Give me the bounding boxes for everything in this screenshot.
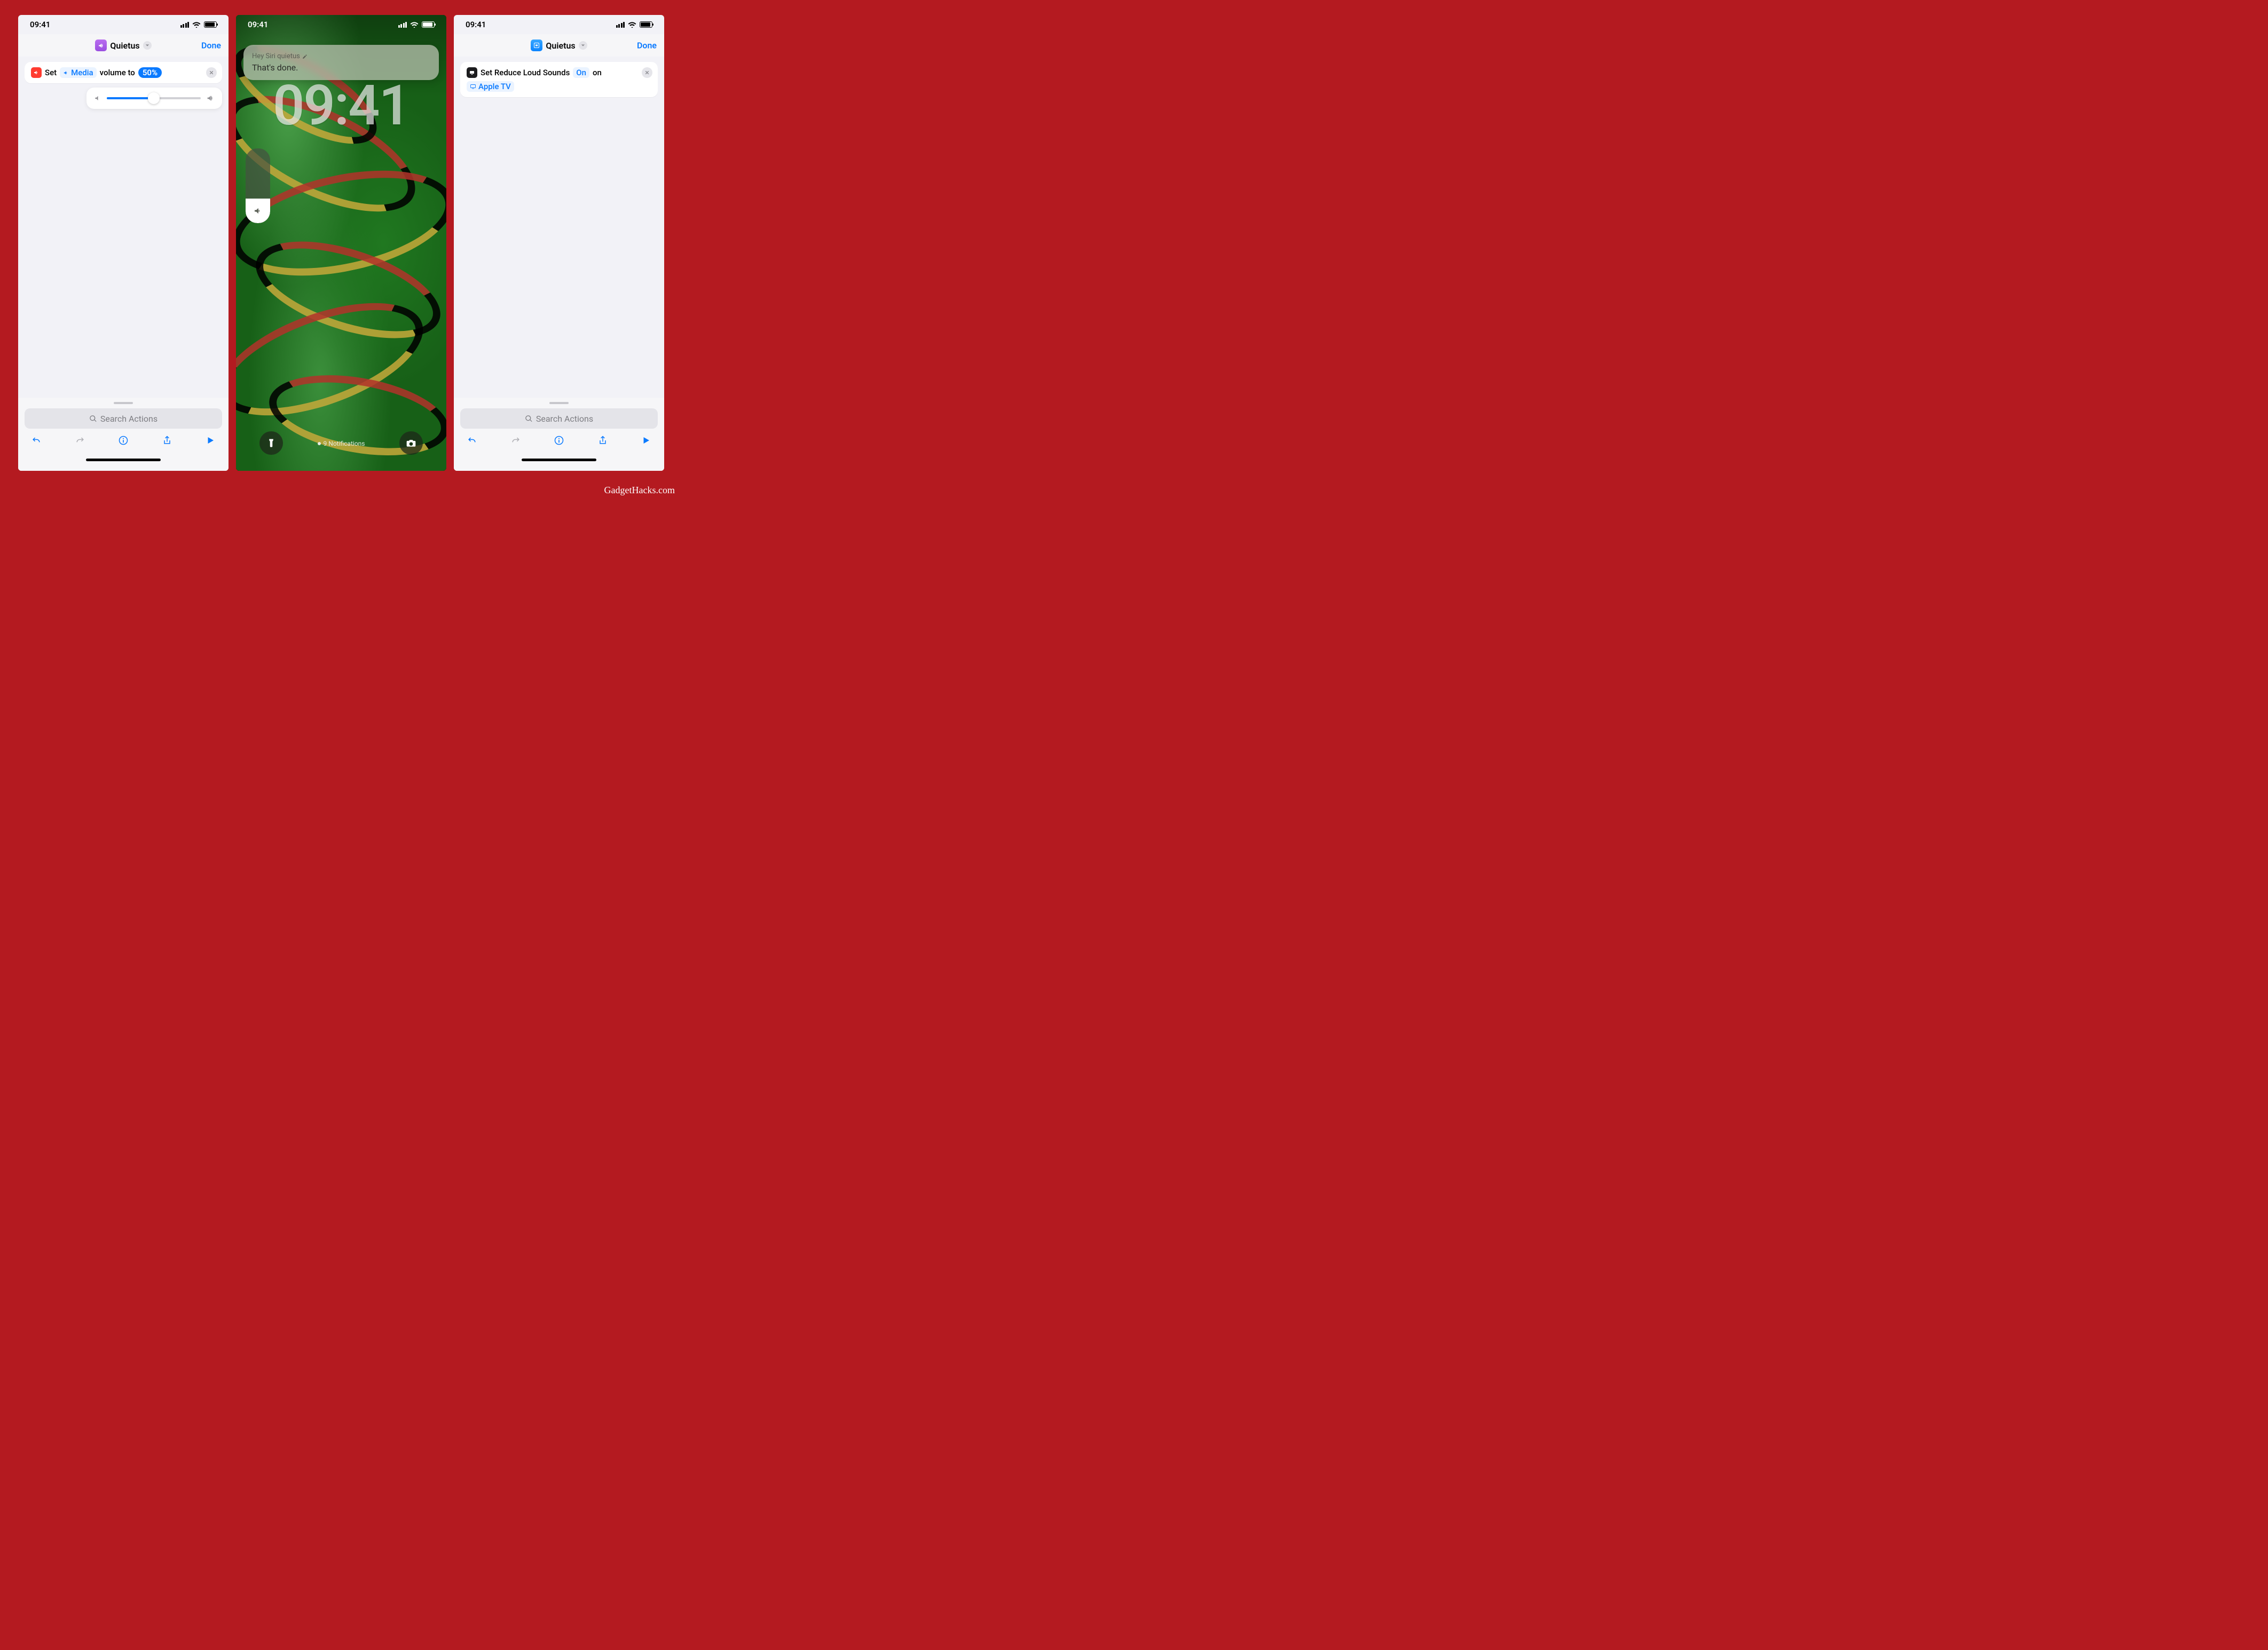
home-indicator[interactable] [86,459,161,461]
phone-lockscreen: 09:41 09:41 Hey Siri quietus That's done… [236,15,446,471]
run-button[interactable] [637,436,655,445]
phone-shortcuts-volume: 09:41 Quietus Done [18,15,229,471]
run-button[interactable] [202,436,219,445]
volume-action-icon [31,67,42,78]
remove-action-button[interactable] [206,67,217,78]
chevron-down-icon [143,41,152,50]
shortcut-title: Quietus [110,41,139,51]
bottom-panel: Search Actions [454,398,664,471]
wifi-icon [192,21,201,28]
action-set-volume[interactable]: Set Media volume to 50% [25,62,222,83]
search-icon [89,415,97,423]
cellular-icon [180,22,190,28]
action-text-set: Set [45,68,57,77]
shortcut-glyph-icon [531,40,542,51]
status-time: 09:41 [30,20,50,29]
lock-clock: 09:41 [236,74,446,138]
nav-header: Quietus Done [454,34,664,57]
volume-slider[interactable] [107,97,201,99]
cellular-icon [398,22,407,28]
chevron-down-icon [579,41,587,50]
volume-value-pill[interactable]: 50% [138,67,162,78]
search-icon [525,415,533,423]
on-value-pill[interactable]: On [573,67,589,78]
battery-icon [204,21,217,28]
battery-icon [422,21,435,28]
shortcut-title-button[interactable]: Quietus [531,40,587,51]
device-pill[interactable]: Apple TV [467,81,514,92]
phone-shortcuts-reduceloud: 09:41 Quietus Done [454,15,664,471]
media-param-pill[interactable]: Media [60,67,97,78]
undo-button[interactable] [28,435,45,446]
action-text-b: on [593,68,602,77]
search-actions-field[interactable]: Search Actions [460,408,658,429]
status-time: 09:41 [466,20,486,29]
camera-button[interactable] [399,431,423,455]
action-text-a: Set Reduce Loud Sounds [481,68,570,77]
cellular-icon [616,22,625,28]
wifi-icon [410,21,419,28]
siri-response-text: That's done. [252,62,430,73]
home-indicator[interactable] [522,459,596,461]
remove-action-button[interactable] [642,67,652,78]
volume-slider-popover [86,88,222,109]
sheet-grabber[interactable] [114,402,133,404]
action-text-mid: volume to [100,68,135,77]
editor-toolbar [25,429,222,446]
redo-button [507,435,524,446]
status-bar: 09:41 [236,15,446,34]
status-bar: 09:41 [454,15,664,34]
battery-icon [640,21,652,28]
source-watermark: GadgetHacks.com [604,485,675,496]
speaker-low-icon [94,94,101,102]
volume-hud [246,148,270,223]
speaker-high-icon [206,94,215,102]
status-time: 09:41 [248,20,268,29]
undo-button[interactable] [463,435,481,446]
status-bar: 09:41 [18,15,229,34]
action-reduce-loud-sounds[interactable]: Set Reduce Loud Sounds On on Apple TV [460,62,658,97]
siri-request-text: Hey Siri quietus [252,52,300,60]
siri-response-banner[interactable]: Hey Siri quietus That's done. [243,45,439,80]
edit-icon [302,54,308,59]
search-actions-field[interactable]: Search Actions [25,408,222,429]
editor-toolbar [460,429,658,446]
info-button[interactable] [115,435,132,446]
shortcut-glyph-icon [95,40,107,51]
done-button[interactable]: Done [201,41,221,51]
dot-icon [318,442,321,445]
share-button[interactable] [594,435,611,446]
status-indicators [398,21,435,28]
shortcut-title-button[interactable]: Quietus [95,40,151,51]
share-button[interactable] [159,435,176,446]
search-placeholder: Search Actions [100,414,158,424]
nav-header: Quietus Done [18,34,229,57]
info-button[interactable] [550,435,568,446]
slider-thumb[interactable] [148,92,160,104]
shortcut-title: Quietus [546,41,575,51]
wifi-icon [628,21,636,28]
search-placeholder: Search Actions [536,414,593,424]
done-button[interactable]: Done [637,41,657,51]
redo-button [72,435,89,446]
bottom-panel: Search Actions [18,398,229,471]
appletv-action-icon [467,67,477,78]
status-indicators [616,21,653,28]
sheet-grabber[interactable] [549,402,569,404]
speaker-icon [253,206,263,216]
status-indicators [180,21,217,28]
